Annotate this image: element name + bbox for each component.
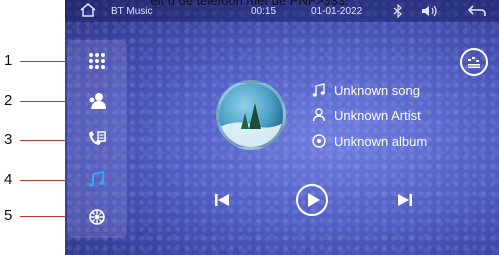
artist-name: Unknown Artist [334, 107, 421, 123]
equalizer-icon [468, 57, 480, 68]
call-log-icon [89, 131, 106, 145]
callout-5: 5 [0, 208, 66, 224]
play-button[interactable] [295, 183, 329, 217]
callout-3: 3 [0, 132, 66, 148]
callout-1: 1 [0, 53, 66, 69]
previous-button[interactable] [210, 190, 234, 210]
album-name: Unknown album [334, 133, 428, 149]
callout-number: 4 [4, 171, 13, 188]
track-artist-row: Unknown Artist [310, 106, 490, 124]
settings-icon [89, 209, 105, 225]
callout-number: 1 [4, 52, 13, 69]
next-button[interactable] [393, 190, 417, 210]
music-note-icon [310, 82, 328, 98]
equalizer-button[interactable] [460, 48, 488, 76]
disc-icon [310, 133, 328, 149]
callout-number: 5 [4, 207, 13, 224]
song-title: Unknown song [334, 82, 420, 98]
previous-icon [215, 194, 229, 206]
callout-line [20, 101, 66, 102]
album-art-image [219, 103, 283, 147]
callout-2: 2 [0, 93, 66, 109]
callout-line [20, 216, 66, 217]
album-art [216, 80, 286, 150]
callout-line [20, 140, 66, 141]
manual-caption: eit u de telefoon met de PNF>333. [150, 0, 349, 8]
sidebar-item-apps[interactable] [81, 48, 113, 74]
track-album-row: Unknown album [310, 132, 490, 150]
callout-4: 4 [0, 172, 66, 188]
callout-number: 3 [4, 131, 13, 148]
callout-line [20, 180, 66, 181]
callout-line [20, 61, 66, 62]
next-icon [398, 194, 412, 206]
track-song-row: Unknown song [310, 81, 490, 99]
contacts-icon [89, 93, 106, 109]
sidebar [67, 40, 127, 238]
apps-grid-icon [89, 53, 105, 69]
sidebar-item-contacts[interactable] [81, 88, 113, 114]
sidebar-item-settings[interactable] [81, 204, 113, 230]
sidebar-item-music[interactable] [81, 166, 113, 192]
sidebar-item-call-log[interactable] [81, 126, 113, 152]
callout-number: 2 [4, 92, 13, 109]
artist-icon [310, 107, 328, 123]
play-icon [296, 184, 328, 216]
music-note-icon [89, 170, 104, 187]
